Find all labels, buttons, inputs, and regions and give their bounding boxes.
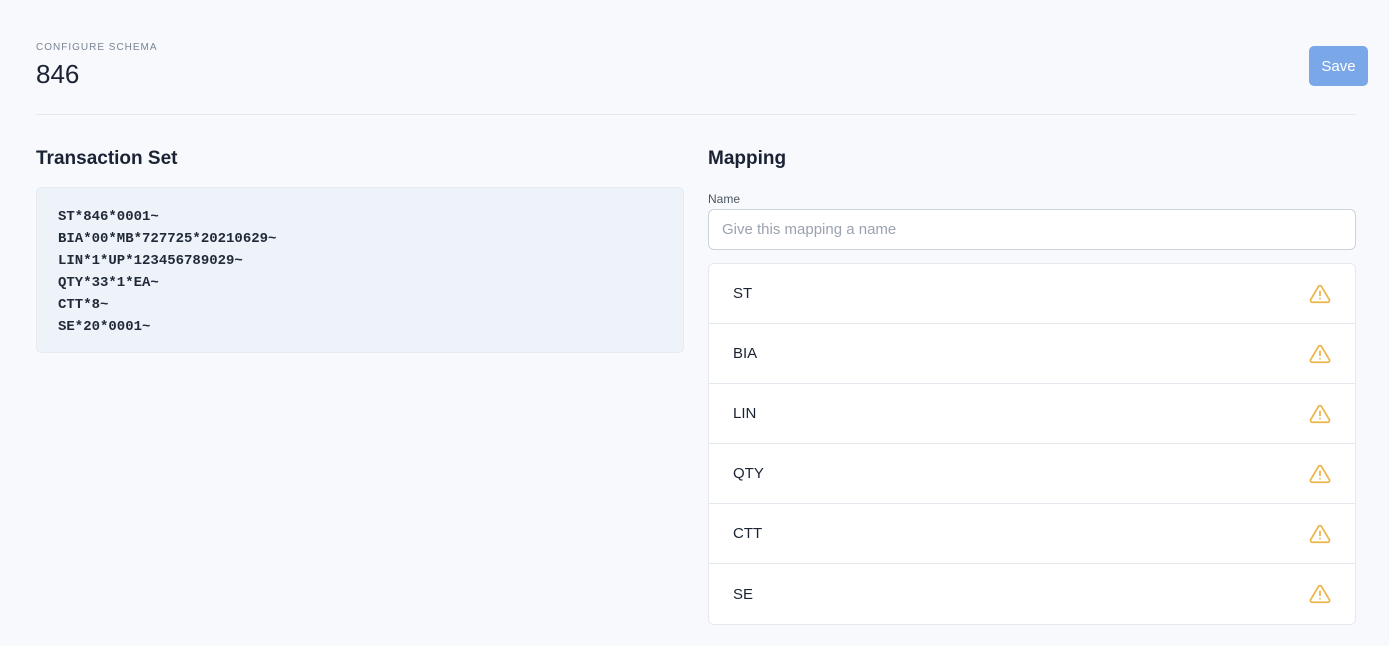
segment-list: ST BIA LIN QTY CTT SE xyxy=(708,263,1356,625)
segment-item-lin[interactable]: LIN xyxy=(709,384,1355,444)
transaction-set-panel: Transaction Set ST*846*0001~ BIA*00*MB*7… xyxy=(36,147,684,353)
segment-label: QTY xyxy=(733,465,764,482)
code-line: CTT*8~ xyxy=(58,297,109,313)
segment-item-qty[interactable]: QTY xyxy=(709,444,1355,504)
page-header: CONFIGURE SCHEMA 846 Save xyxy=(36,42,1368,115)
save-button[interactable]: Save xyxy=(1309,46,1368,86)
schema-config-page: CONFIGURE SCHEMA 846 Save Transaction Se… xyxy=(0,0,1389,646)
warning-icon xyxy=(1309,524,1331,544)
page-title: 846 xyxy=(36,59,80,89)
name-field-label: Name xyxy=(708,192,741,206)
code-line: LIN*1*UP*123456789029~ xyxy=(58,253,243,269)
segment-item-se[interactable]: SE xyxy=(709,564,1355,624)
warning-icon xyxy=(1309,404,1331,424)
segment-label: ST xyxy=(733,285,753,302)
code-line: QTY*33*1*EA~ xyxy=(58,275,159,291)
warning-icon xyxy=(1309,464,1331,484)
segment-label: BIA xyxy=(733,345,758,362)
mapping-name-input[interactable] xyxy=(708,209,1356,250)
mapping-panel: Mapping Name ST BIA LIN xyxy=(708,147,1356,625)
code-line: SE*20*0001~ xyxy=(58,319,151,335)
transaction-code-block: ST*846*0001~ BIA*00*MB*727725*20210629~ … xyxy=(36,187,684,353)
transaction-set-title: Transaction Set xyxy=(36,148,178,169)
segment-item-bia[interactable]: BIA xyxy=(709,324,1355,384)
segment-label: SE xyxy=(733,585,754,603)
segment-item-ctt[interactable]: CTT xyxy=(709,504,1355,564)
warning-icon xyxy=(1309,284,1331,304)
warning-icon xyxy=(1309,344,1331,364)
segment-label: CTT xyxy=(733,525,763,542)
page-eyebrow: CONFIGURE SCHEMA xyxy=(36,42,158,53)
code-line: ST*846*0001~ xyxy=(58,209,159,225)
code-line: BIA*00*MB*727725*20210629~ xyxy=(58,231,277,247)
segment-item-st[interactable]: ST xyxy=(709,264,1355,324)
segment-label: LIN xyxy=(733,405,757,422)
warning-icon xyxy=(1309,584,1331,604)
mapping-title: Mapping xyxy=(708,148,787,169)
